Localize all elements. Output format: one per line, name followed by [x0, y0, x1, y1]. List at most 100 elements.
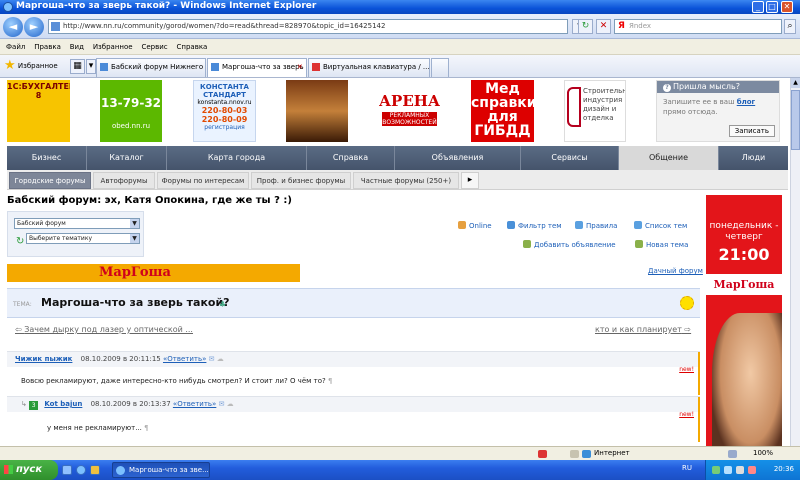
rules-link[interactable]: Правила: [575, 221, 617, 230]
page-scrollbar[interactable]: ▲ ▼: [790, 78, 800, 460]
zoom-level[interactable]: 100%: [753, 449, 773, 457]
filter-icon: [507, 221, 515, 229]
menu-edit[interactable]: Правка: [34, 39, 61, 55]
back-button[interactable]: ◄: [3, 17, 23, 37]
next-topic-link[interactable]: кто и как планирует ⇨: [595, 325, 691, 334]
minimize-button[interactable]: _: [752, 1, 764, 13]
subnav-prof-forums[interactable]: Проф. и бизнес форумы: [251, 172, 351, 189]
post-author[interactable]: Kot bajun: [44, 400, 82, 408]
new-topic-link[interactable]: Новая тема: [635, 240, 688, 249]
page-icon: [51, 22, 60, 31]
menu-view[interactable]: Вид: [70, 39, 84, 55]
close-window-button[interactable]: ✕: [781, 1, 793, 13]
prev-topic-link[interactable]: ⇦ Зачем дырку под лазер у оптической ...: [15, 325, 193, 334]
theme-select[interactable]: Выберите тематику ▼: [26, 233, 140, 244]
banner-obed[interactable]: 13-79-32 obed.nn.ru: [100, 80, 162, 142]
web-page: 1С:БУХГАЛТЕРИЯ 8 13-79-32 obed.nn.ru КОН…: [0, 78, 790, 460]
nav-city-map[interactable]: Карта города: [167, 146, 307, 170]
mail-icon[interactable]: ✉: [209, 355, 215, 363]
tray-network-icon[interactable]: [712, 466, 720, 474]
protected-mode-icon: [570, 450, 579, 458]
browser-tab-3[interactable]: Виртуальная клавиатура / ...: [308, 58, 430, 77]
reply-link[interactable]: «Ответить»: [163, 355, 206, 363]
subnav-interest-forums[interactable]: Форумы по интересам: [157, 172, 249, 189]
new-tab-button[interactable]: [431, 58, 449, 77]
reply-link[interactable]: «Ответить»: [173, 400, 216, 408]
banner-arena[interactable]: АРЕНА РЕКЛАМНЫХ ВОЗМОЖНОСТЕЙ: [378, 80, 441, 142]
post-date: 08.10.2009 в 20:13:37: [90, 400, 171, 408]
diary-forum-link[interactable]: Дачный форум: [648, 267, 703, 275]
banner-konstanta[interactable]: КОНСТАНТА СТАНДАРТ konstanta.nnov.ru 220…: [193, 80, 256, 142]
address-input[interactable]: http://www.nn.ru/community/gorod/women/?…: [48, 19, 568, 34]
forward-button[interactable]: ►: [24, 17, 44, 37]
language-indicator[interactable]: RU: [682, 464, 692, 472]
subnav-city-forums[interactable]: Городские форумы: [9, 172, 91, 189]
browser-tab-2[interactable]: Маргоша-что за зверь т...: [207, 58, 307, 77]
subnav-auto-forums[interactable]: Автофорумы: [93, 172, 155, 189]
banner-interior[interactable]: [286, 80, 348, 142]
zoom-icon[interactable]: [728, 450, 737, 458]
maximize-button[interactable]: □: [766, 1, 778, 13]
folder-icon[interactable]: [90, 465, 100, 475]
nav-services[interactable]: Сервисы: [521, 146, 619, 170]
forum-select[interactable]: Бабский форум ▼: [14, 218, 140, 229]
quote-icon[interactable]: ☁: [227, 400, 234, 408]
ie-logo-icon: [3, 2, 13, 12]
stop-button[interactable]: ✕: [596, 19, 611, 34]
scroll-thumb[interactable]: [791, 90, 800, 150]
menu-help[interactable]: Справка: [177, 39, 208, 55]
banner-stroy[interactable]: Строительная индустрия дизайн и отделка: [564, 80, 626, 142]
status-bar: Интернет 100%: [0, 446, 800, 460]
browser-tab-1[interactable]: Бабский форум Нижнего Но...: [96, 58, 206, 77]
post-author[interactable]: Чижик пыжик: [15, 355, 72, 363]
topic-title: Маргоша-что за зверь такой?: [41, 296, 230, 309]
topic-list-link[interactable]: Список тем: [634, 221, 687, 230]
subnav-private-forums[interactable]: Частные форумы (250+): [353, 172, 459, 189]
nav-catalog[interactable]: Каталог: [87, 146, 167, 170]
online-link[interactable]: Online: [458, 221, 492, 230]
search-button[interactable]: ⌕: [784, 19, 796, 34]
sun-icon: [680, 296, 694, 310]
filter-link[interactable]: Фильтр тем: [507, 221, 562, 230]
banner-med[interactable]: Мед справки для ГИБДД: [471, 80, 534, 142]
nav-ads[interactable]: Объявления: [395, 146, 521, 170]
star-icon: ★: [4, 58, 16, 73]
write-button[interactable]: Записать: [728, 125, 775, 137]
add-ad-link[interactable]: Добавить объявление: [523, 240, 616, 249]
quote-icon[interactable]: ☁: [217, 355, 224, 363]
nav-business[interactable]: Бизнес: [7, 146, 87, 170]
tray-security-icon[interactable]: [748, 466, 756, 474]
yandex-icon: Я: [618, 21, 625, 31]
side-ad-banner[interactable]: понедельник - четверг 21:00 МарГоша: [706, 195, 782, 460]
blog-link[interactable]: блог: [737, 98, 755, 106]
subnav-more-button[interactable]: ▸: [461, 172, 479, 189]
tray-volume-icon[interactable]: [724, 466, 732, 474]
menu-favorites[interactable]: Избранное: [93, 39, 133, 55]
nav-reference[interactable]: Справка: [307, 146, 395, 170]
close-tab-icon[interactable]: ✕: [297, 63, 303, 71]
ie-quicklaunch-icon[interactable]: [76, 465, 86, 475]
mail-icon[interactable]: ✉: [219, 400, 225, 408]
scroll-up-icon[interactable]: ▲: [791, 78, 800, 88]
menu-tools[interactable]: Сервис: [141, 39, 167, 55]
tab-list-button[interactable]: ▾: [86, 59, 96, 74]
address-toolbar: ◄ ► http://www.nn.ru/community/gorod/wom…: [0, 14, 800, 39]
show-desktop-icon[interactable]: [62, 465, 72, 475]
forum-logo-banner[interactable]: МарГоша: [7, 264, 300, 282]
menu-file[interactable]: Файл: [6, 39, 25, 55]
nav-people[interactable]: Люди: [719, 146, 788, 170]
banner-1c[interactable]: 1С:БУХГАЛТЕРИЯ 8: [7, 80, 70, 142]
list-icon: [634, 221, 642, 229]
refresh-button[interactable]: ↻: [578, 19, 593, 34]
favicon-icon: [100, 63, 108, 71]
margosha-logo: МарГоша: [99, 265, 171, 280]
taskbar-ie-window[interactable]: Маргоша-что за зве...: [112, 462, 210, 478]
quick-tabs-button[interactable]: ▦: [70, 59, 85, 74]
blog-box-title: Пришла мысль?: [673, 82, 740, 91]
tray-app-icon[interactable]: [736, 466, 744, 474]
start-button[interactable]: пуск: [0, 460, 58, 480]
refresh-arrow-icon[interactable]: ↻: [16, 236, 24, 247]
favorites-button[interactable]: ★ Избранное: [4, 59, 58, 73]
nav-communication[interactable]: Общение: [619, 146, 719, 170]
search-input[interactable]: Я Яndex: [614, 19, 782, 34]
